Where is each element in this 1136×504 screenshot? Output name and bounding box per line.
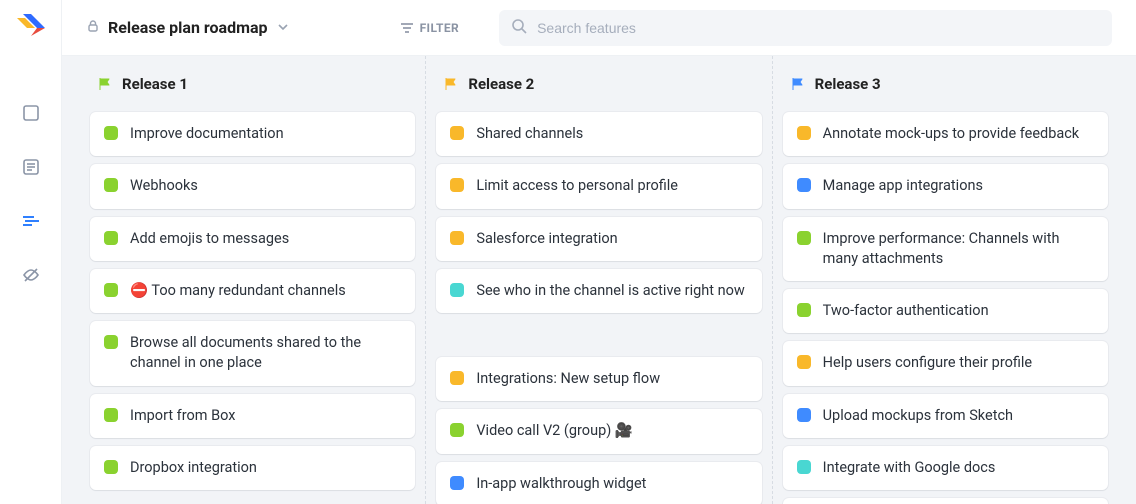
feature-title: Integrate with Google docs — [823, 458, 996, 478]
list-icon[interactable] — [22, 158, 40, 176]
feature-title: Add emojis to messages — [130, 229, 289, 249]
card-list: Improve documentation Webhooks Add emojis … — [90, 112, 415, 490]
feature-title: Limit access to personal profile — [476, 176, 678, 196]
status-dot — [104, 126, 118, 140]
feature-card[interactable]: Easier user provisioning — [783, 498, 1108, 504]
status-dot — [104, 460, 118, 474]
app-logo — [17, 14, 45, 36]
feature-title: Webhooks — [130, 176, 198, 196]
feature-title: See who in the channel is active right n… — [476, 281, 744, 301]
feature-title: Help users configure their profile — [823, 353, 1032, 373]
status-dot — [797, 355, 811, 369]
feature-card[interactable]: Salesforce integration — [436, 217, 761, 261]
feature-card[interactable]: Annotate mock-ups to provide feedback — [783, 112, 1108, 156]
search-icon — [511, 18, 527, 38]
column-header[interactable]: Release 3 — [783, 56, 1108, 112]
status-dot — [450, 371, 464, 385]
status-dot — [104, 408, 118, 422]
roadmap-icon[interactable] — [22, 212, 40, 230]
status-dot — [797, 408, 811, 422]
topbar: Release plan roadmap FILTER — [62, 0, 1136, 56]
hidden-icon[interactable] — [22, 266, 40, 284]
feature-title: Browse all documents shared to the chann… — [130, 333, 401, 374]
feature-title: Integrations: New setup flow — [476, 369, 660, 389]
status-dot — [450, 423, 464, 437]
card-list: Shared channels Limit access to personal … — [436, 112, 761, 504]
feature-card[interactable]: Dropbox integration — [90, 446, 415, 490]
feature-card[interactable]: Help users configure their profile — [783, 341, 1108, 385]
feature-card[interactable]: In-app walkthrough widget — [436, 462, 761, 504]
feature-card[interactable]: ⛔ Too many redundant channels — [90, 269, 415, 313]
feature-title: Upload mockups from Sketch — [823, 406, 1013, 426]
flag-icon — [791, 77, 805, 91]
feature-card[interactable]: Webhooks — [90, 164, 415, 208]
feature-card[interactable]: Two-factor authentication — [783, 289, 1108, 333]
card-list: Annotate mock-ups to provide feedback Man… — [783, 112, 1108, 504]
status-dot — [450, 126, 464, 140]
feature-card[interactable]: Add emojis to messages — [90, 217, 415, 261]
caret-down-icon — [278, 20, 288, 36]
feature-card[interactable]: Video call V2 (group) 🎥 — [436, 409, 761, 453]
flag-icon — [444, 77, 458, 91]
page-title: Release plan roadmap — [108, 18, 268, 37]
feature-title: Improve performance: Channels with many … — [823, 229, 1094, 270]
board: Release 1 Improve documentation Webhooks Ad… — [62, 56, 1136, 504]
feature-card[interactable]: Improve documentation — [90, 112, 415, 156]
status-dot — [450, 283, 464, 297]
column-title: Release 2 — [468, 75, 534, 93]
status-dot — [104, 231, 118, 245]
status-dot — [450, 476, 464, 490]
feature-card[interactable]: Manage app integrations — [783, 164, 1108, 208]
page-title-wrap[interactable]: Release plan roadmap — [86, 18, 288, 37]
lock-icon — [86, 19, 100, 37]
column-header[interactable]: Release 1 — [90, 56, 415, 112]
feature-title: In-app walkthrough widget — [476, 474, 646, 494]
status-dot — [797, 303, 811, 317]
status-dot — [104, 283, 118, 297]
status-dot — [450, 178, 464, 192]
status-dot — [104, 335, 118, 349]
feature-title: Manage app integrations — [823, 176, 983, 196]
column-header[interactable]: Release 2 — [436, 56, 761, 112]
feature-card[interactable]: Shared channels — [436, 112, 761, 156]
status-dot — [797, 460, 811, 474]
search-box — [499, 10, 1112, 46]
feature-card[interactable]: Browse all documents shared to the chann… — [90, 321, 415, 386]
column: Release 2 Shared channels Limit access to … — [426, 56, 772, 504]
status-dot — [797, 178, 811, 192]
feature-card[interactable]: Integrations: New setup flow — [436, 357, 761, 401]
feature-card[interactable]: See who in the channel is active right n… — [436, 269, 761, 313]
column-title: Release 1 — [122, 75, 188, 93]
flag-icon — [98, 77, 112, 91]
dashboard-icon[interactable] — [22, 104, 40, 122]
feature-title: Two-factor authentication — [823, 301, 989, 321]
main-area: Release plan roadmap FILTER Release 1I — [62, 0, 1136, 504]
status-dot — [104, 178, 118, 192]
feature-card[interactable]: Upload mockups from Sketch — [783, 394, 1108, 438]
column-title: Release 3 — [815, 75, 881, 93]
left-rail — [0, 0, 62, 504]
feature-title: Video call V2 (group) 🎥 — [476, 421, 633, 441]
feature-title: Shared channels — [476, 124, 583, 144]
filter-label: FILTER — [420, 21, 460, 35]
feature-title: ⛔ Too many redundant channels — [130, 281, 346, 301]
feature-title: Salesforce integration — [476, 229, 617, 249]
feature-card[interactable]: Import from Box — [90, 394, 415, 438]
feature-title: Annotate mock-ups to provide feedback — [823, 124, 1080, 144]
search-input[interactable] — [499, 10, 1112, 46]
filter-button[interactable]: FILTER — [400, 21, 460, 35]
card-gap — [436, 321, 761, 349]
status-dot — [797, 231, 811, 245]
status-dot — [797, 126, 811, 140]
status-dot — [450, 231, 464, 245]
feature-title: Dropbox integration — [130, 458, 257, 478]
feature-title: Improve documentation — [130, 124, 284, 144]
column: Release 3 Annotate mock-ups to provide fe… — [773, 56, 1118, 504]
feature-card[interactable]: Limit access to personal profile — [436, 164, 761, 208]
column: Release 1 Improve documentation Webhooks Ad… — [80, 56, 426, 504]
feature-title: Import from Box — [130, 406, 235, 426]
feature-card[interactable]: Improve performance: Channels with many … — [783, 217, 1108, 282]
feature-card[interactable]: Integrate with Google docs — [783, 446, 1108, 490]
